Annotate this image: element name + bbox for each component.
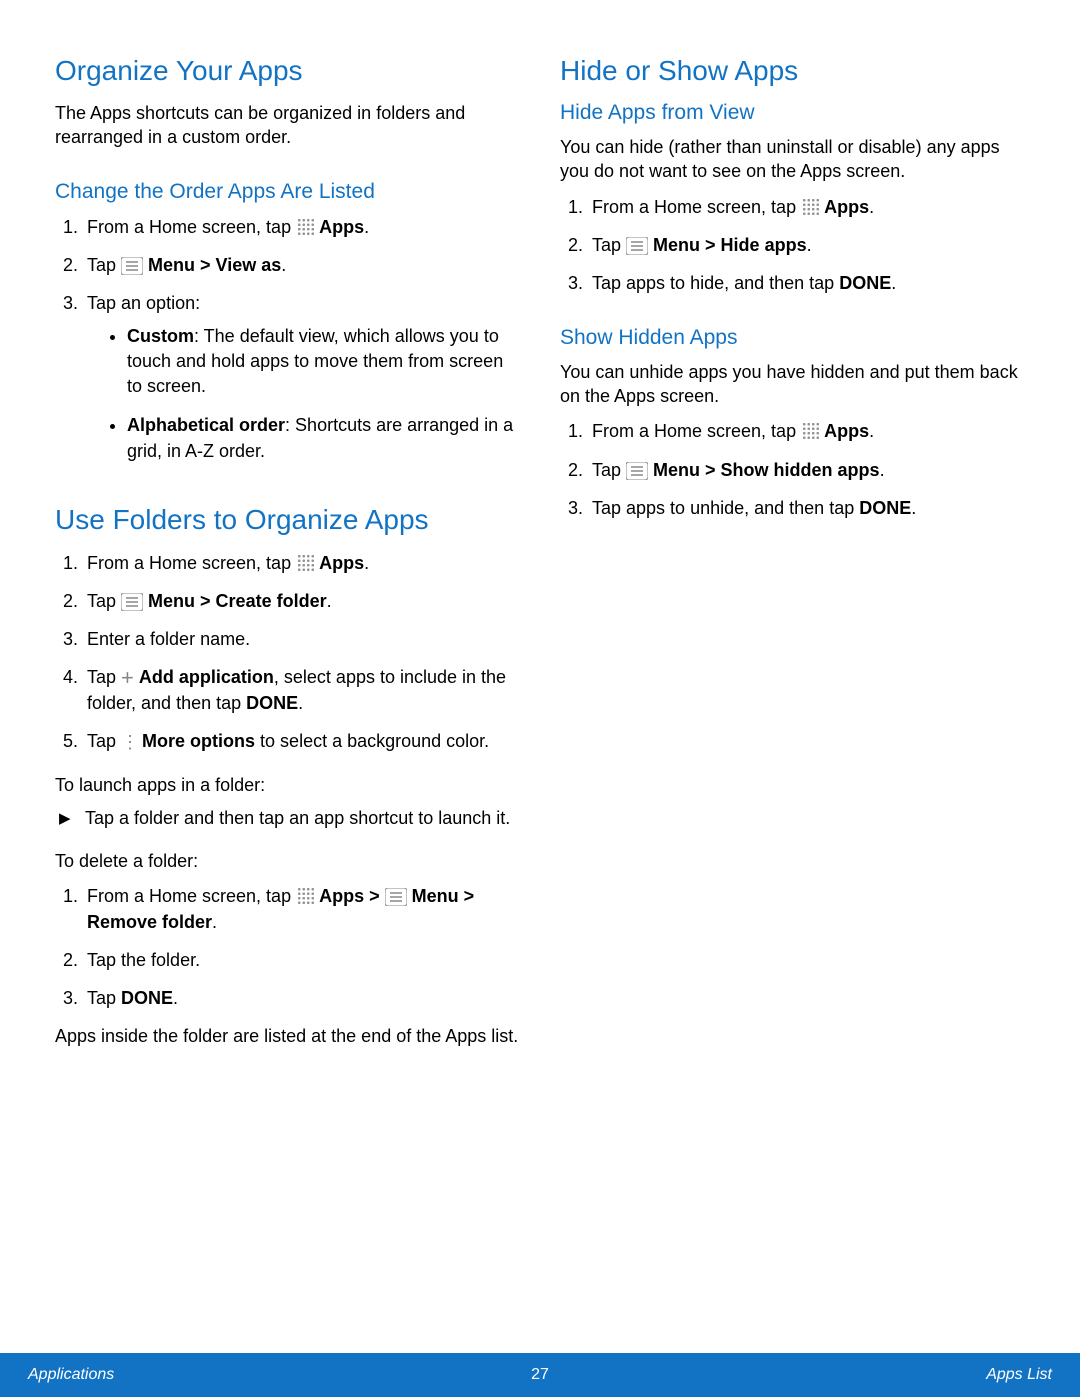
intro-text: The Apps shortcuts can be organized in f… [55, 101, 520, 150]
heading-folders: Use Folders to Organize Apps [55, 504, 520, 536]
menu-path: Menu > View as [148, 255, 281, 275]
step-text: Tap [87, 591, 121, 611]
menu-path: Menu > Show hidden apps [653, 460, 880, 480]
step: Tap Menu > View as. [83, 252, 520, 278]
show-steps: From a Home screen, tap Apps. Tap Menu >… [560, 418, 1025, 520]
hide-intro: You can hide (rather than uninstall or d… [560, 135, 1025, 184]
step: Tap apps to unhide, and then tap DONE. [588, 495, 1025, 521]
step: Tap ⋮ More options to select a backgroun… [83, 728, 520, 755]
option-title: Alphabetical order [127, 415, 285, 435]
step-text: Tap [87, 988, 121, 1008]
footer-left: Applications [28, 1366, 114, 1384]
apps-label: Apps [824, 197, 869, 217]
heading-hide-apps: Hide Apps from View [560, 101, 1025, 125]
done-label: DONE [246, 693, 298, 713]
step-text: From a Home screen, tap [87, 217, 296, 237]
done-label: DONE [121, 988, 173, 1008]
folders-steps: From a Home screen, tap Apps. Tap Menu >… [55, 550, 520, 756]
apps-grid-icon [296, 217, 314, 235]
after-delete-note: Apps inside the folder are listed at the… [55, 1024, 520, 1048]
apps-label: Apps [824, 421, 869, 441]
change-order-steps: From a Home screen, tap Apps. Tap Menu >… [55, 214, 520, 464]
menu-icon [121, 593, 143, 611]
step-text: Tap an option: [87, 293, 200, 313]
launch-folder-lead: To launch apps in a folder: [55, 773, 520, 797]
option-title: Custom [127, 326, 194, 346]
footer-page-number: 27 [531, 1366, 549, 1384]
delete-folder-lead: To delete a folder: [55, 849, 520, 873]
launch-folder-list: Tap a folder and then tap an app shortcu… [55, 806, 520, 831]
more-options-icon: ⋮ [121, 729, 137, 755]
more-label: More options [142, 731, 255, 751]
step: Tap DONE. [83, 985, 520, 1011]
step-text: From a Home screen, tap [87, 553, 296, 573]
heading-organize: Organize Your Apps [55, 55, 520, 87]
apps-path: Apps > [319, 886, 385, 906]
add-app-label: Add application [139, 667, 274, 687]
step: Tap apps to hide, and then tap DONE. [588, 270, 1025, 296]
step-text: Tap [87, 731, 121, 751]
apps-grid-icon [801, 197, 819, 215]
menu-icon [121, 257, 143, 275]
step: Tap an option: Custom: The default view,… [83, 290, 520, 464]
apps-grid-icon [296, 553, 314, 571]
step: From a Home screen, tap Apps. [588, 418, 1025, 444]
apps-grid-icon [296, 886, 314, 904]
menu-icon [626, 462, 648, 480]
option-custom: Custom: The default view, which allows y… [127, 324, 520, 400]
two-column-layout: Organize Your Apps The Apps shortcuts ca… [55, 55, 1025, 1056]
page-footer: Applications 27 Apps List [0, 1353, 1080, 1397]
show-intro: You can unhide apps you have hidden and … [560, 360, 1025, 409]
step: Tap the folder. [83, 947, 520, 973]
right-column: Hide or Show Apps Hide Apps from View Yo… [560, 55, 1025, 1056]
step: From a Home screen, tap Apps. [83, 214, 520, 240]
plus-icon: + [121, 671, 134, 684]
step-text: Tap [592, 235, 626, 255]
step-text: From a Home screen, tap [592, 197, 801, 217]
step: From a Home screen, tap Apps. [588, 194, 1025, 220]
apps-label: Apps [319, 217, 364, 237]
apps-grid-icon [801, 421, 819, 439]
step-text: From a Home screen, tap [592, 421, 801, 441]
step-text: to select a background color. [255, 731, 489, 751]
step: Tap + Add application, select apps to in… [83, 664, 520, 716]
left-column: Organize Your Apps The Apps shortcuts ca… [55, 55, 520, 1056]
done-label: DONE [839, 273, 891, 293]
heading-change-order: Change the Order Apps Are Listed [55, 180, 520, 204]
step: Tap Menu > Create folder. [83, 588, 520, 614]
menu-path: Menu > Hide apps [653, 235, 807, 255]
done-label: DONE [859, 498, 911, 518]
step: Enter a folder name. [83, 626, 520, 652]
arrow-item: Tap a folder and then tap an app shortcu… [59, 806, 520, 831]
step-text: Tap [592, 460, 626, 480]
step-text: Tap [87, 255, 121, 275]
apps-label: Apps [319, 553, 364, 573]
menu-icon [626, 237, 648, 255]
hide-steps: From a Home screen, tap Apps. Tap Menu >… [560, 194, 1025, 296]
footer-right: Apps List [986, 1366, 1052, 1384]
heading-hide-show: Hide or Show Apps [560, 55, 1025, 87]
step: From a Home screen, tap Apps. [83, 550, 520, 576]
step-text: Tap apps to unhide, and then tap [592, 498, 859, 518]
heading-show-hidden: Show Hidden Apps [560, 326, 1025, 350]
options-list: Custom: The default view, which allows y… [87, 324, 520, 464]
step-text: Tap [87, 667, 121, 687]
delete-folder-steps: From a Home screen, tap Apps > Menu > Re… [55, 883, 520, 1011]
step: Tap Menu > Hide apps. [588, 232, 1025, 258]
option-alphabetical: Alphabetical order: Shortcuts are arrang… [127, 413, 520, 463]
page-body: Organize Your Apps The Apps shortcuts ca… [0, 0, 1080, 1310]
menu-icon [385, 888, 407, 906]
menu-path: Menu > Create folder [148, 591, 327, 611]
step-text: From a Home screen, tap [87, 886, 296, 906]
step: Tap Menu > Show hidden apps. [588, 457, 1025, 483]
step: From a Home screen, tap Apps > Menu > Re… [83, 883, 520, 935]
step-text: Tap apps to hide, and then tap [592, 273, 839, 293]
